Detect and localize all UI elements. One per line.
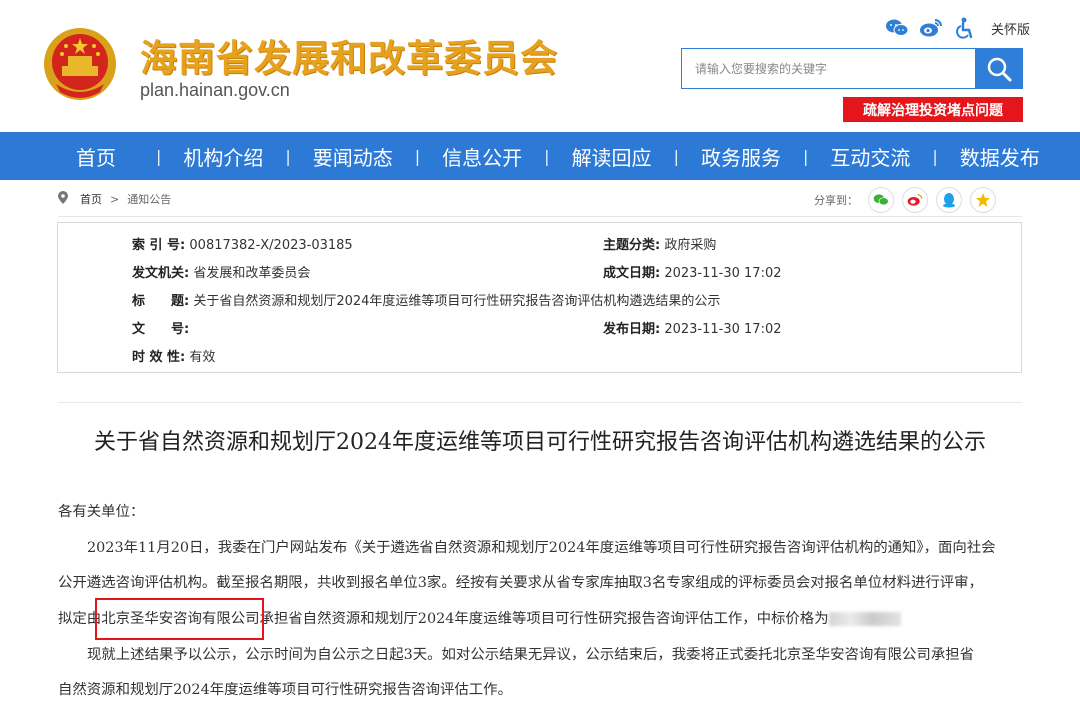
meta-created-label: 成文日期: [603,266,661,281]
site-url: plan.hainan.gov.cn [140,80,290,100]
paragraph-2-line-2: 自然资源和规划厅2024年度运维等项目可行性研究报告咨询评估工作。 [58,682,512,698]
star-icon [976,193,990,207]
paragraph-1-line-2: 公开遴选咨询评估机构。截至报名期限，共收到报名单位3家。经按有关要求从省专家库抽… [58,575,983,591]
meta-subject-label: 标 题: [132,294,190,309]
investment-banner-link[interactable]: 疏解治理投资堵点问题 [843,97,1023,122]
document-metadata-box: 索 引 号: 00817382-X/2023-03185 主题分类: 政府采购 … [57,222,1022,373]
nav-item-about[interactable]: 机构介绍 [161,142,285,171]
meta-index-value: 00817382-X/2023-03185 [189,238,353,253]
meta-issuer-label: 发文机关: [132,266,190,281]
paragraph-1-line-3-prefix: 拟定由 [58,611,102,627]
main-nav: 首页 | 机构介绍 | 要闻动态 | 信息公开 | 解读回应 | 政务服务 | … [0,132,1080,180]
share-bar: 分享到： [814,187,996,213]
site-title[interactable]: 海南省发展和改革委员会 [140,28,558,82]
share-label: 分享到： [814,194,858,207]
salutation: 各有关单位： [58,504,145,520]
share-qq-button[interactable] [936,187,962,213]
meta-docno: 文 号: [132,318,189,337]
meta-issuer: 发文机关: 省发展和改革委员会 [132,262,310,281]
nav-item-news[interactable]: 要闻动态 [291,142,415,171]
meta-published-label: 发布日期: [603,322,661,337]
meta-published-value: 2023-11-30 17:02 [664,322,782,337]
meta-published: 发布日期: 2023-11-30 17:02 [603,318,782,337]
top-icons: 关怀版 [885,16,1030,40]
nav-item-interaction[interactable]: 互动交流 [808,142,932,171]
nav-item-interpretation[interactable]: 解读回应 [550,142,674,171]
search-input[interactable] [682,49,976,88]
breadcrumb-home[interactable]: 首页 [80,191,102,207]
paragraph-1-line-1: 2023年11月20日，我委在门户网站发布《关于遴选省自然资源和规划厅2024年… [87,540,996,556]
site-header: 海南省发展和改革委员会 plan.hainan.gov.cn 关怀版 疏解治理投… [0,0,1080,132]
nav-divider: | [414,146,421,166]
meta-index-label: 索 引 号: [132,238,186,253]
meta-created-value: 2023-11-30 17:02 [664,266,782,281]
care-mode-link[interactable]: 关怀版 [991,19,1030,38]
nav-divider: | [156,146,162,166]
search-icon [987,57,1011,81]
location-pin-icon [58,191,68,207]
national-emblem-icon[interactable] [42,26,118,102]
meta-topic: 主题分类: 政府采购 [603,234,716,253]
share-weibo-button[interactable] [902,187,928,213]
wechat-icon [873,194,889,206]
meta-subject-value: 关于省自然资源和规划厅2024年度运维等项目可行性研究报告咨询评估机构遴选结果的… [193,294,721,309]
share-wechat-button[interactable] [868,187,894,213]
paragraph-2-line-1: 现就上述结果予以公示，公示时间为自公示之日起3天。如对公示结果无异议，公示结束后… [87,647,974,663]
breadcrumb-separator: > [110,192,120,206]
highlighted-company-name: 北京圣华安咨询有限公司 [95,598,264,640]
nav-divider: | [285,146,291,166]
search-box [681,48,1023,89]
title-divider [58,402,1022,403]
nav-divider: | [673,146,679,166]
weibo-icon [907,194,923,206]
meta-validity-value: 有效 [189,350,216,365]
nav-divider: | [802,146,809,166]
document-title: 关于省自然资源和规划厅2024年度运维等项目可行性研究报告咨询评估机构遴选结果的… [94,430,986,455]
breadcrumb-divider [58,216,1022,217]
meta-issuer-value: 省发展和改革委员会 [193,266,311,281]
breadcrumb: 首页 > 通知公告 [58,191,171,207]
meta-docno-label: 文 号: [132,322,190,337]
redacted-price [828,612,901,626]
breadcrumb-current[interactable]: 通知公告 [127,191,171,207]
meta-subject: 标 题: 关于省自然资源和规划厅2024年度运维等项目可行性研究报告咨询评估机构… [132,290,720,309]
qq-icon [943,193,955,208]
meta-created: 成文日期: 2023-11-30 17:02 [603,262,782,281]
paragraph-1-line-3-suffix: 承担省自然资源和规划厅2024年度运维等项目可行性研究报告咨询评估工作，中标价格… [259,611,829,627]
share-qzone-button[interactable] [970,187,996,213]
meta-validity-label: 时 效 性: [132,350,186,365]
nav-item-home[interactable]: 首页 [0,142,156,171]
meta-topic-label: 主题分类: [603,238,661,253]
nav-divider: | [544,146,550,166]
meta-validity: 时 效 性: 有效 [132,346,215,365]
search-button[interactable] [975,49,1022,88]
weibo-icon[interactable] [919,16,943,40]
accessibility-icon[interactable] [953,16,977,40]
meta-topic-value: 政府采购 [664,238,717,253]
meta-index: 索 引 号: 00817382-X/2023-03185 [132,234,353,253]
paragraph-1-line-3: 拟定由北京圣华安咨询有限公司 承担省自然资源和规划厅2024年度运维等项目可行性研… [58,598,1024,640]
nav-item-data[interactable]: 数据发布 [938,142,1062,171]
nav-divider: | [932,146,938,166]
nav-item-disclosure[interactable]: 信息公开 [420,142,544,171]
company-name: 北京圣华安咨询有限公司 [101,611,260,627]
nav-item-services[interactable]: 政务服务 [679,142,803,171]
wechat-icon[interactable] [885,16,909,40]
